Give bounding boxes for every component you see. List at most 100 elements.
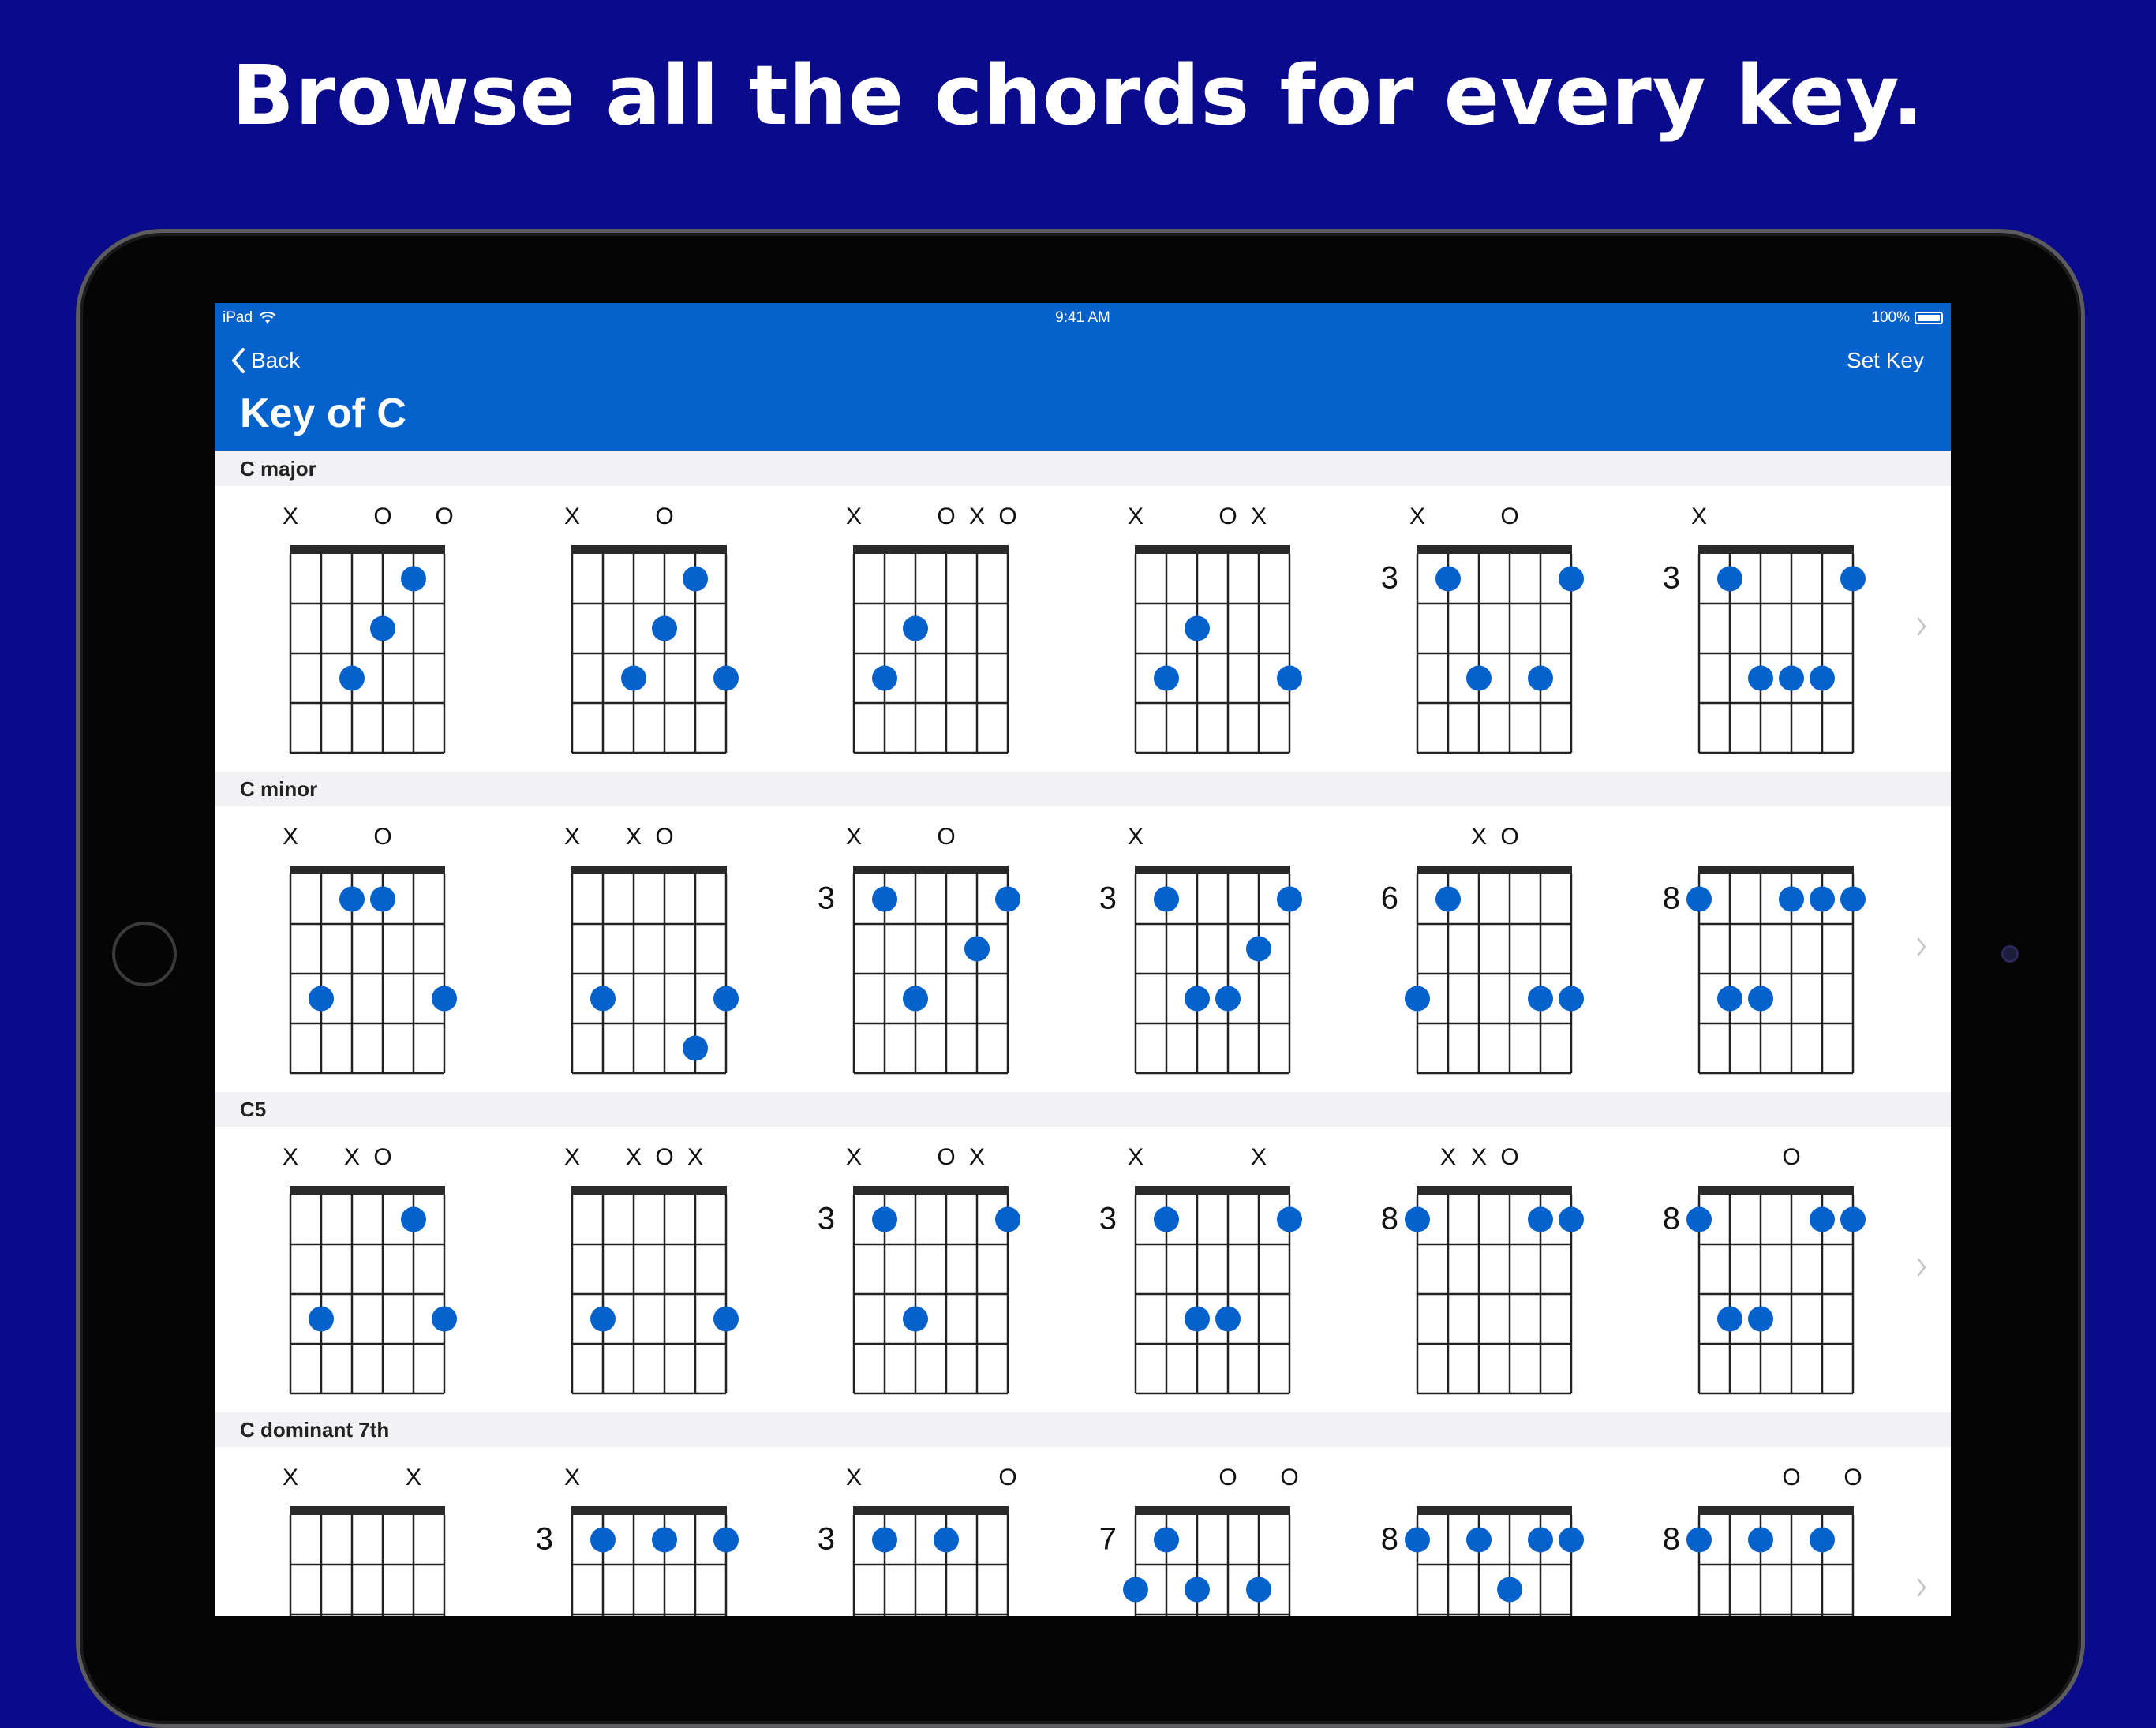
open-string-marker: O	[1218, 503, 1237, 529]
battery-icon	[1915, 312, 1943, 324]
muted-string-marker: X	[969, 503, 985, 529]
chord-row[interactable]: XXX3XO3OO78OO8	[215, 1447, 1951, 1616]
chord-diagram[interactable]: X3	[1663, 503, 1866, 754]
nut-bar	[571, 866, 727, 874]
finger-dot	[1405, 986, 1430, 1012]
chord-diagram[interactable]: X O 3	[1381, 503, 1584, 754]
finger-dot	[1717, 986, 1742, 1012]
chord-diagram[interactable]: X O 3	[818, 824, 1020, 1075]
chord-diagram[interactable]: XXO	[564, 824, 739, 1075]
finger-dot	[1215, 986, 1241, 1012]
chord-diagram[interactable]: X3	[536, 1464, 739, 1616]
open-string-marker: O	[998, 1464, 1016, 1490]
chord-diagrams: X X O X X O X X O X3 X X 3 X X O8 O8	[283, 1144, 1866, 1395]
chord-diagram[interactable]: 8	[1381, 1506, 1584, 1616]
fret-number: 8	[1663, 1522, 1680, 1557]
finger-dot	[590, 1527, 616, 1553]
finger-dot	[903, 615, 928, 641]
finger-dot	[964, 936, 990, 962]
finger-dot	[1123, 1577, 1148, 1603]
muted-string-marker: X	[846, 503, 862, 529]
nut-bar	[290, 866, 445, 874]
open-string-marker: O	[435, 503, 453, 529]
nut-bar	[1417, 1186, 1572, 1195]
chevron-right-icon[interactable]	[1916, 1257, 1927, 1277]
chord-diagram[interactable]: XX	[283, 1464, 446, 1616]
chord-diagram[interactable]: XOXO	[846, 503, 1017, 754]
finger-dot	[1559, 1206, 1584, 1232]
muted-string-marker: X	[1128, 1144, 1144, 1170]
finger-dot	[1185, 615, 1210, 641]
open-string-marker: O	[1280, 1464, 1298, 1490]
open-string-marker: O	[655, 1144, 673, 1170]
finger-dot	[1748, 665, 1773, 691]
chord-diagram[interactable]: X X 3	[1099, 1144, 1302, 1395]
fret-number: 3	[1099, 1202, 1117, 1236]
finger-dot	[1435, 886, 1461, 912]
finger-dot	[1810, 1527, 1835, 1553]
chord-diagram[interactable]: X O 6	[1381, 824, 1584, 1075]
finger-dot	[1466, 665, 1492, 691]
muted-string-marker: X	[1691, 503, 1707, 529]
finger-dot	[652, 615, 677, 641]
home-button[interactable]	[112, 922, 177, 986]
chord-diagram[interactable]: XXOX	[564, 1144, 739, 1395]
open-string-marker: O	[373, 824, 391, 850]
finger-dot	[1748, 1527, 1773, 1553]
chord-diagram[interactable]: O8	[1663, 1144, 1866, 1395]
chord-diagram[interactable]: X X O8	[1381, 1144, 1584, 1395]
open-string-marker: O	[1782, 1144, 1800, 1170]
open-string-marker: O	[655, 824, 673, 850]
finger-dot	[1185, 1306, 1210, 1332]
finger-dot	[1277, 665, 1302, 691]
finger-dot	[1748, 986, 1773, 1012]
chord-diagram[interactable]: XO	[283, 824, 457, 1075]
chord-diagram[interactable]: O O 8	[1663, 1464, 1862, 1616]
nut-bar	[1135, 1186, 1290, 1195]
muted-string-marker: X	[846, 824, 862, 850]
nut-bar	[571, 1506, 727, 1515]
chord-row[interactable]: XXO XXOX XOX3 X X 3 XXO8 O8	[215, 1127, 1951, 1412]
chord-diagram[interactable]: X O 3	[818, 1464, 1017, 1616]
open-string-marker: O	[1843, 1464, 1862, 1490]
chord-diagram[interactable]: XXO	[283, 1144, 457, 1395]
set-key-button[interactable]: Set Key	[1847, 341, 1924, 380]
finger-dot	[1840, 1206, 1866, 1232]
muted-string-marker: X	[344, 1144, 360, 1170]
chord-diagrams: X O O X O X O X O X O X X O3X3	[283, 503, 1866, 754]
chord-row[interactable]: XOXXOXO3X3XO68	[215, 806, 1951, 1092]
open-string-marker: O	[373, 503, 391, 529]
nut-bar	[1135, 866, 1290, 874]
muted-string-marker: X	[1471, 1144, 1487, 1170]
nut-bar	[290, 1186, 445, 1195]
finger-dot	[1686, 886, 1712, 912]
chevron-right-icon[interactable]	[1916, 1577, 1927, 1598]
fret-number: 7	[1099, 1522, 1117, 1557]
chord-diagram[interactable]: XO	[564, 503, 739, 754]
finger-dot	[1405, 1206, 1430, 1232]
chord-diagram[interactable]: XOO	[283, 503, 454, 754]
muted-string-marker: X	[283, 824, 298, 850]
chord-diagram[interactable]: X O X3	[818, 1144, 1020, 1395]
back-button[interactable]: Back	[230, 341, 300, 380]
muted-string-marker: X	[1128, 503, 1144, 529]
chord-row[interactable]: XOOXOXOXOXOXXO3X3	[215, 486, 1951, 772]
chord-diagram[interactable]: O O 7	[1099, 1464, 1299, 1616]
open-string-marker: O	[1782, 1464, 1800, 1490]
fret-number: 3	[1099, 881, 1117, 916]
chord-diagram[interactable]: 8	[1663, 866, 1866, 1075]
nut-bar	[1698, 866, 1854, 874]
finger-dot	[1185, 986, 1210, 1012]
section-header: C5	[215, 1092, 1951, 1127]
chevron-right-icon[interactable]	[1916, 937, 1927, 957]
chevron-right-icon[interactable]	[1916, 616, 1927, 637]
finger-dot	[401, 1206, 426, 1232]
chord-diagram[interactable]: X3	[1099, 824, 1302, 1075]
chord-diagram[interactable]: XOX	[1128, 503, 1302, 754]
open-string-marker: O	[937, 1144, 955, 1170]
navigation-bar: iPad 9:41 AM 100% Back Set Key Key of C	[215, 303, 1951, 451]
finger-dot	[1528, 1527, 1553, 1553]
finger-dot	[713, 665, 739, 691]
finger-dot	[872, 1206, 897, 1232]
finger-dot	[621, 665, 646, 691]
